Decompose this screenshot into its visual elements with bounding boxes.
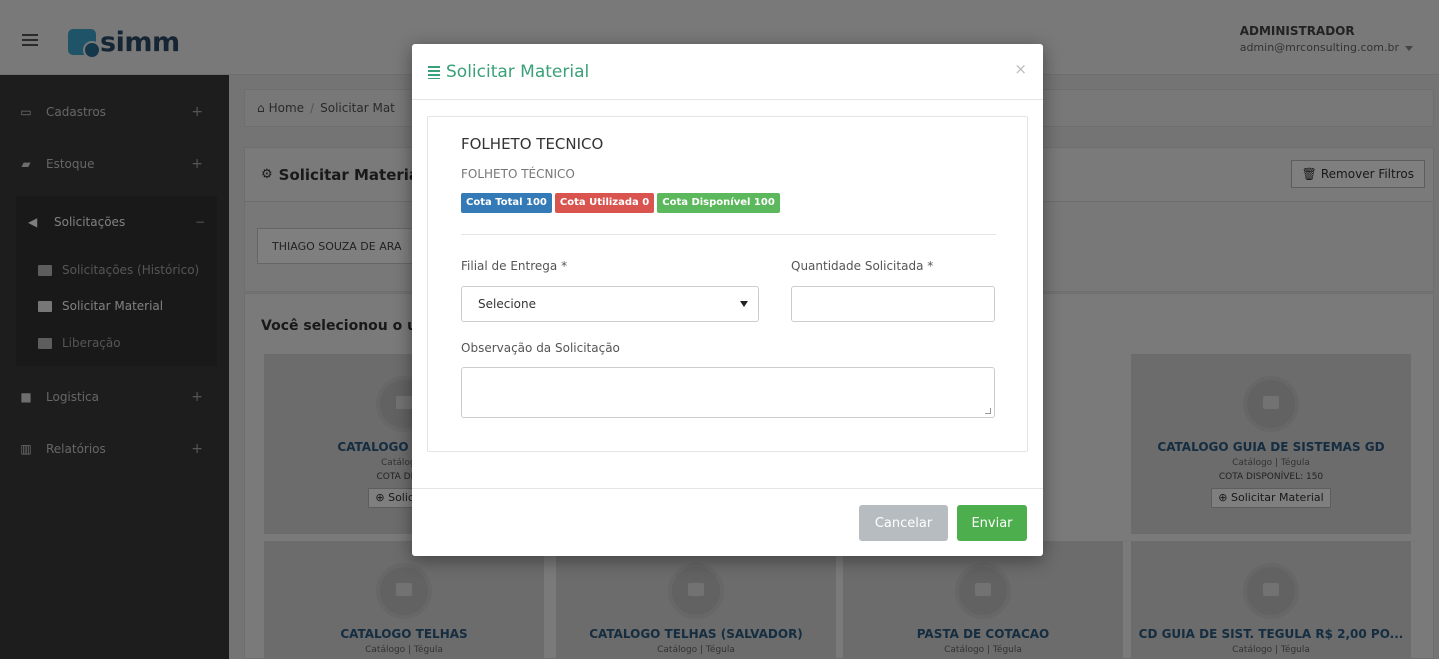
badge-cota-utilizada: Cota Utilizada 0 <box>554 193 655 213</box>
product-title: FOLHETO TECNICO <box>461 135 604 153</box>
caret-down-icon <box>740 301 748 307</box>
divider <box>461 234 996 235</box>
modal-footer: Cancelar Enviar <box>412 488 1043 556</box>
modal-title-text: Solicitar Material <box>446 62 590 82</box>
filial-select-value: Selecione <box>478 297 536 311</box>
modal-title: Solicitar Material <box>428 62 589 82</box>
quota-badges: Cota Total 100 Cota Utilizada 0 Cota Dis… <box>461 193 783 213</box>
list-icon <box>428 65 440 79</box>
product-subtitle: FOLHETO TÉCNICO <box>461 167 575 181</box>
solicitar-material-modal: Solicitar Material × FOLHETO TECNICO FOL… <box>412 44 1043 556</box>
quantidade-input[interactable] <box>791 286 995 322</box>
resize-handle-icon[interactable] <box>985 408 991 414</box>
send-button[interactable]: Enviar <box>957 505 1027 541</box>
badge-cota-disponivel: Cota Disponível 100 <box>657 193 780 213</box>
close-icon[interactable]: × <box>1014 60 1027 78</box>
observacao-label: Observação da Solicitação <box>461 341 620 355</box>
quantidade-label: Quantidade Solicitada * <box>791 259 934 273</box>
filial-label: Filial de Entrega * <box>461 259 568 273</box>
modal-header: Solicitar Material × <box>412 44 1043 100</box>
filial-select[interactable]: Selecione <box>461 286 759 322</box>
badge-cota-total: Cota Total 100 <box>461 193 552 213</box>
cancel-button[interactable]: Cancelar <box>859 505 948 541</box>
observacao-textarea[interactable] <box>461 367 995 418</box>
product-box: FOLHETO TECNICO FOLHETO TÉCNICO Cota Tot… <box>427 116 1028 452</box>
